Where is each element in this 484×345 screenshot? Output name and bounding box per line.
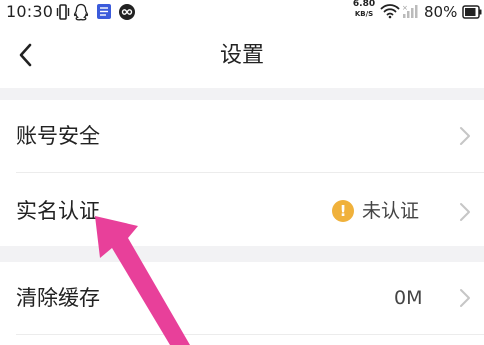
- qq-icon: [73, 3, 89, 25]
- infinity-app-icon: [118, 3, 136, 25]
- row-label-clear-cache: 清除缓存: [16, 286, 100, 310]
- signal-icon: ×: [402, 3, 420, 23]
- row-label-real-name: 实名认证: [16, 199, 100, 223]
- chevron-right-icon: [460, 289, 470, 307]
- row-label-account-security: 账号安全: [16, 124, 100, 148]
- network-speed-value: 6.80: [352, 0, 376, 9]
- nav-bar: 设置: [0, 24, 484, 88]
- warning-icon: !: [332, 200, 354, 222]
- settings-screen: 10:30 6.80 KB/S × 80% 设置 账号安全 实名认证 ! 未认证…: [0, 0, 484, 345]
- settings-row-account-security[interactable]: 账号安全: [0, 100, 484, 172]
- settings-row-clear-cache[interactable]: 清除缓存 0M: [0, 262, 484, 334]
- network-speed-unit: KB/S: [354, 10, 374, 18]
- chevron-right-icon: [460, 127, 470, 145]
- verification-status: 未认证: [362, 200, 420, 222]
- wifi-icon: [380, 2, 400, 23]
- section-gap: [0, 88, 484, 100]
- page-title: 设置: [219, 43, 264, 68]
- svg-text:×: ×: [402, 4, 408, 12]
- battery-percent: 80%: [424, 3, 458, 21]
- network-speed: 6.80 KB/S: [350, 0, 378, 19]
- vibrate-icon: [56, 3, 70, 25]
- divider: [16, 334, 484, 335]
- status-time: 10:30: [6, 2, 54, 21]
- cache-size: 0M: [394, 287, 423, 309]
- notes-icon: [96, 3, 112, 24]
- status-bar: 10:30 6.80 KB/S × 80%: [0, 0, 484, 24]
- battery-icon: [462, 4, 482, 23]
- section-gap: [0, 246, 484, 262]
- settings-row-real-name[interactable]: 实名认证 ! 未认证: [0, 173, 484, 246]
- chevron-right-icon: [460, 203, 470, 221]
